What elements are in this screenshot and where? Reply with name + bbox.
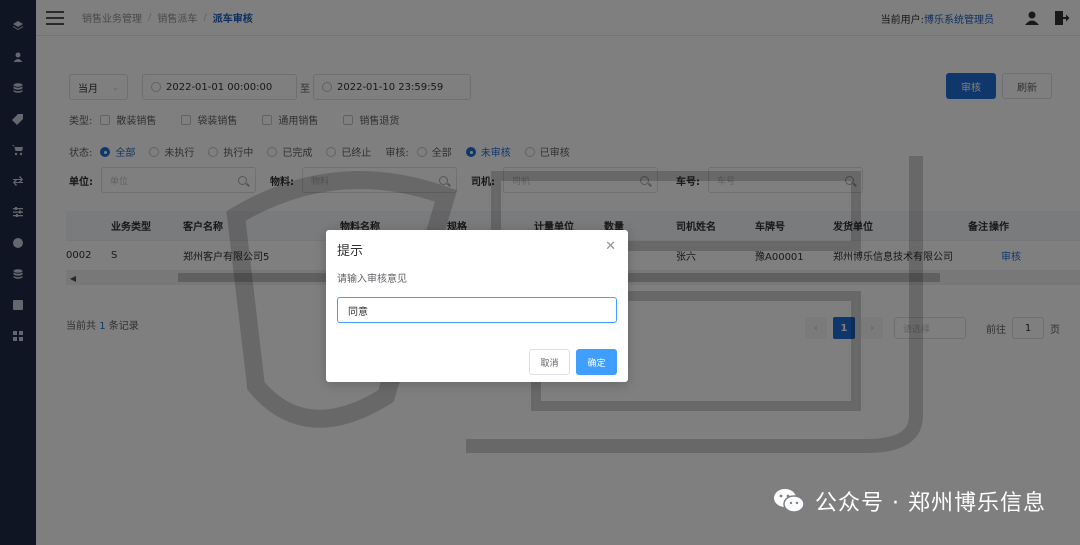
audit-dialog: 提示 ✕ 请输入审核意见 同意 取消 确定 [326,230,628,382]
confirm-button[interactable]: 确定 [576,349,617,375]
cancel-button[interactable]: 取消 [529,349,570,375]
wechat-logo-icon [774,489,805,513]
close-icon[interactable]: ✕ [605,239,616,254]
dialog-title: 提示 [337,244,364,259]
dialog-message: 请输入审核意见 [337,274,407,285]
wechat-watermark-text: 公众号 · 郑州博乐信息 [815,491,1046,516]
wechat-watermark: 公众号 · 郑州博乐信息 [773,485,1046,517]
audit-opinion-input[interactable]: 同意 [337,297,617,323]
